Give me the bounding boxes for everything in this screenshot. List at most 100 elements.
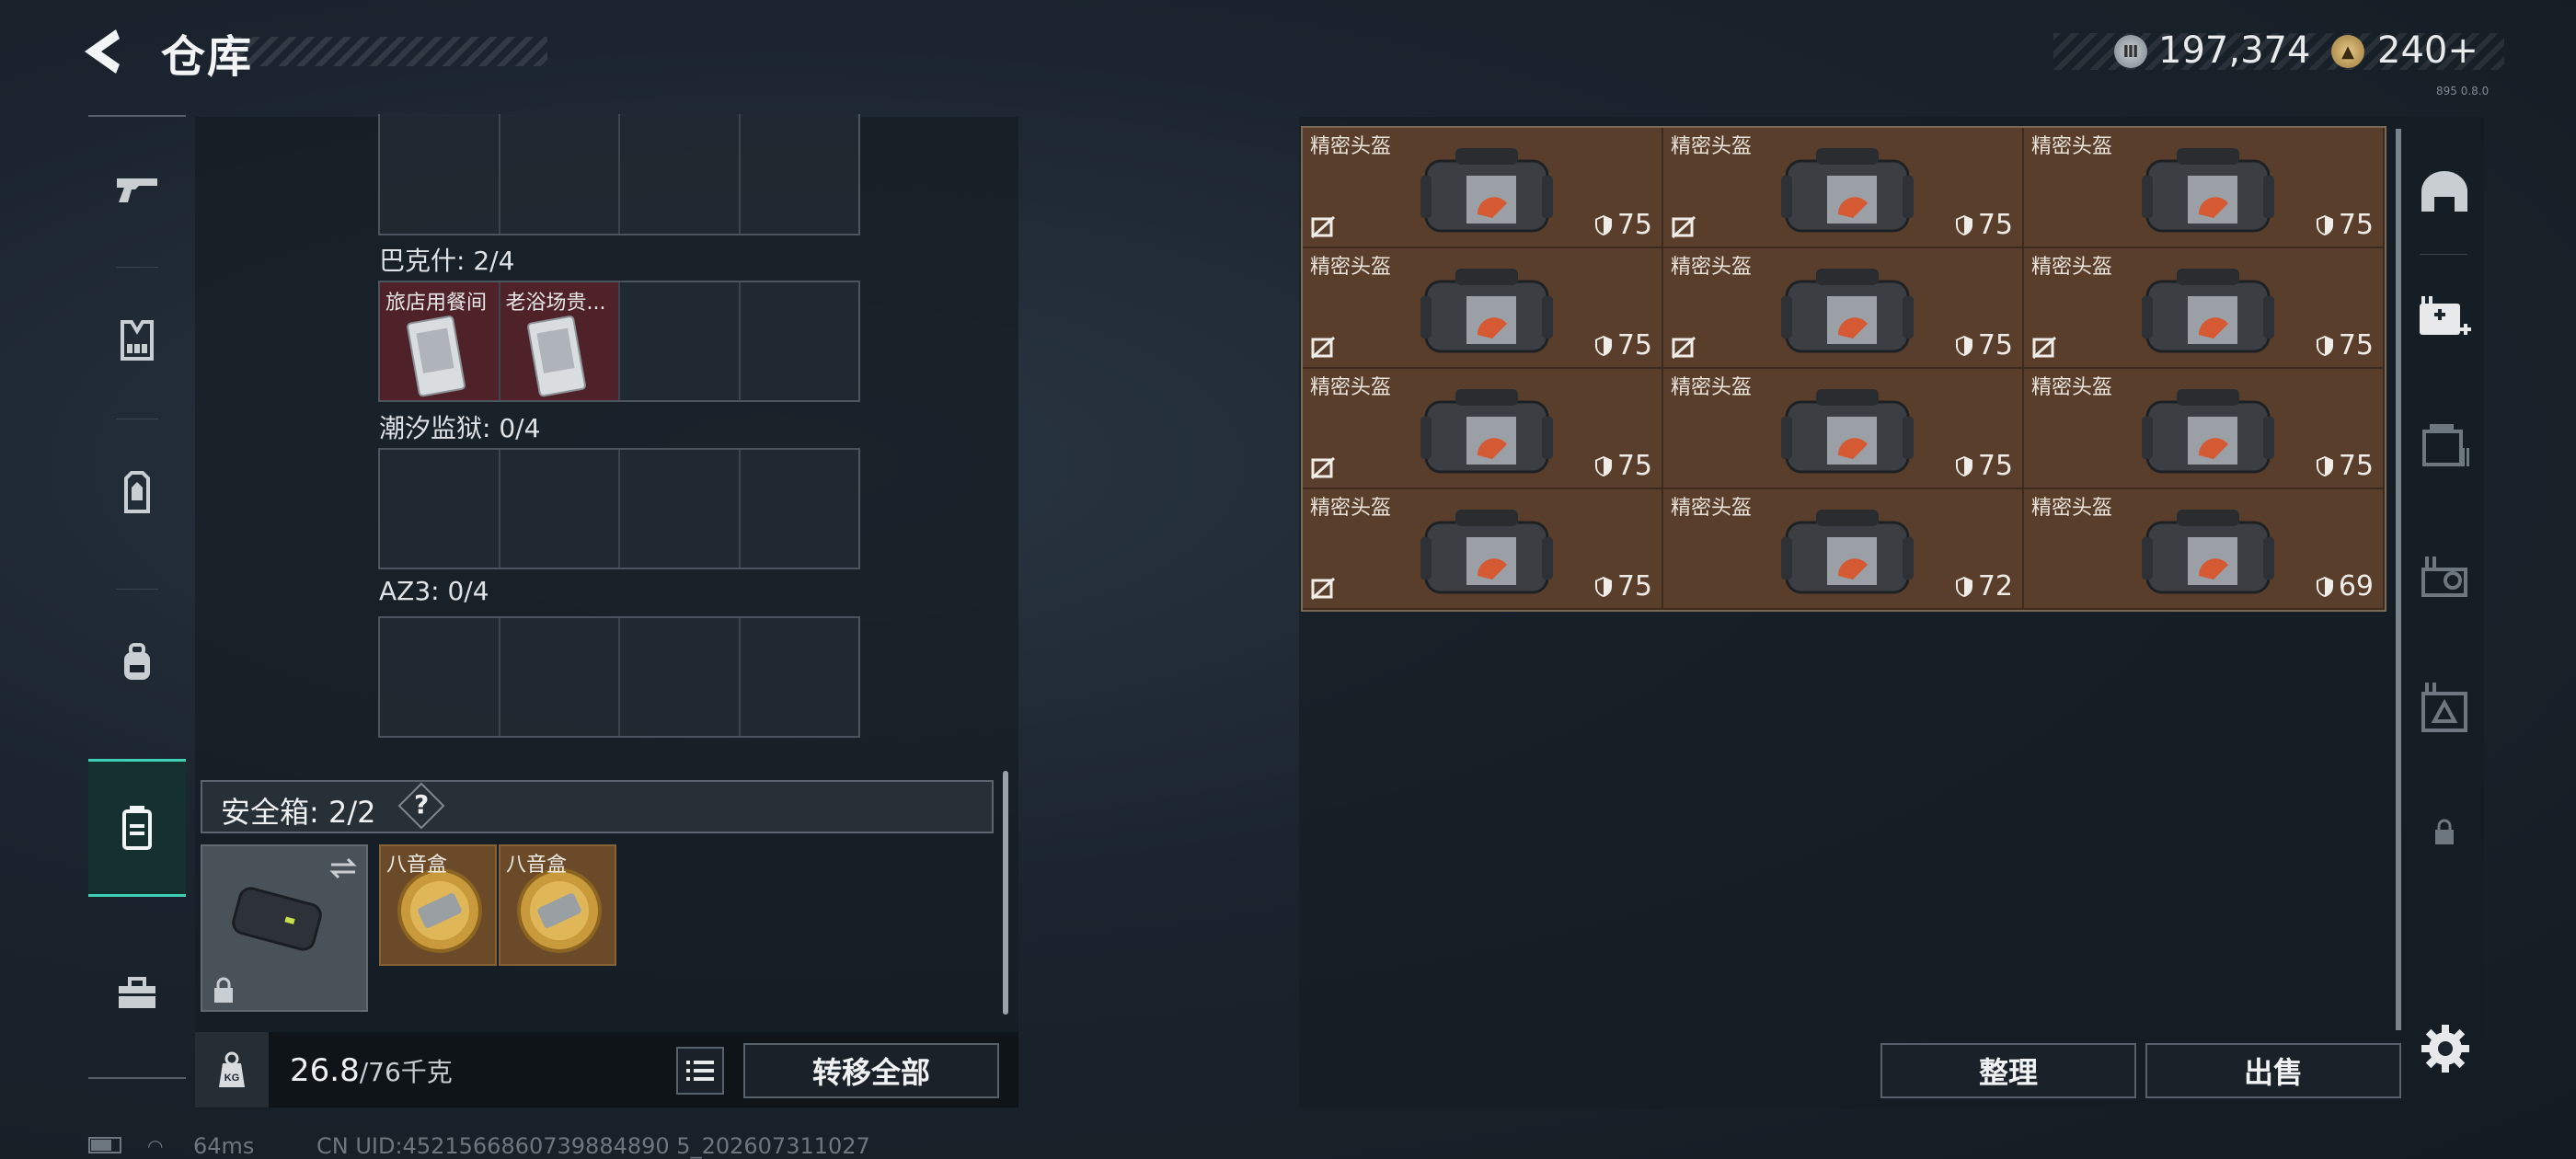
item-durability: 69 bbox=[2315, 570, 2374, 602]
ping-label: 64ms bbox=[193, 1133, 255, 1159]
item-name: 精密头盔 bbox=[1310, 376, 1392, 399]
warehouse-item[interactable]: 精密头盔 75 bbox=[2024, 128, 2385, 248]
keycard-slot[interactable]: 旅店用餐间 bbox=[380, 282, 500, 400]
container-slot[interactable] bbox=[500, 114, 620, 234]
warehouse-item[interactable]: 精密头盔 75 bbox=[1303, 128, 1663, 248]
dome-icon bbox=[2421, 171, 2467, 212]
category-safebox[interactable] bbox=[88, 759, 186, 897]
helmet-bag-icon bbox=[1420, 269, 1553, 353]
back-button[interactable] bbox=[81, 24, 136, 79]
tool-locker[interactable] bbox=[2412, 414, 2477, 478]
item-durability: 75 bbox=[1593, 329, 1652, 361]
settings-button[interactable] bbox=[2418, 1021, 2473, 1076]
gear-icon bbox=[2421, 1025, 2469, 1073]
shield-icon bbox=[1955, 214, 1972, 235]
tool-dome[interactable] bbox=[2412, 160, 2477, 224]
container-grid-top bbox=[378, 114, 860, 235]
safe-case-item[interactable] bbox=[201, 844, 368, 1012]
music-box-label: 八音盒 bbox=[386, 854, 448, 877]
item-name: 精密头盔 bbox=[1310, 497, 1392, 520]
container-grid-bakesh: 旅店用餐间 老浴场贵... bbox=[378, 281, 860, 402]
container-slot[interactable] bbox=[620, 618, 741, 736]
warehouse-item[interactable]: 精密头盔 72 bbox=[1663, 489, 2024, 610]
warehouse-item[interactable]: 精密头盔 75 bbox=[1303, 489, 1663, 610]
container-slot[interactable] bbox=[620, 114, 741, 234]
silver-coin-icon: Ⅲ bbox=[2114, 35, 2147, 68]
container-slot[interactable] bbox=[741, 450, 859, 568]
warehouse-item[interactable]: 精密头盔 75 bbox=[2024, 248, 2385, 369]
wifi-icon: ◠ bbox=[147, 1135, 164, 1157]
tool-locked bbox=[2412, 800, 2477, 865]
item-name: 精密头盔 bbox=[1671, 256, 1753, 279]
durability-value: 75 bbox=[1616, 570, 1652, 602]
list-view-button[interactable] bbox=[676, 1047, 724, 1095]
category-weapons[interactable] bbox=[88, 120, 186, 258]
backpack-armor-icon bbox=[124, 471, 150, 513]
warehouse-scrollbar[interactable] bbox=[2396, 129, 2401, 1030]
currency-gold-value[interactable]: 240+ bbox=[2377, 29, 2478, 72]
pistol-icon bbox=[117, 178, 157, 202]
shield-icon bbox=[1955, 576, 1972, 597]
container-slot[interactable] bbox=[741, 282, 859, 400]
item-name: 精密头盔 bbox=[1310, 256, 1392, 279]
warehouse-item[interactable]: 精密头盔 75 bbox=[1303, 248, 1663, 369]
sort-button[interactable]: 整理 bbox=[1880, 1043, 2136, 1098]
durability-value: 75 bbox=[1616, 329, 1652, 361]
container-slot[interactable] bbox=[741, 114, 859, 234]
warehouse-item[interactable]: 精密头盔 75 bbox=[1663, 128, 2024, 248]
container-slot[interactable] bbox=[380, 450, 500, 568]
item-name: 精密头盔 bbox=[2031, 135, 2113, 158]
container-slot[interactable] bbox=[500, 450, 620, 568]
workbench-icon bbox=[2421, 557, 2467, 597]
warehouse-item[interactable]: 精密头盔 75 bbox=[1663, 369, 2024, 489]
category-chest-rig[interactable] bbox=[88, 423, 186, 561]
helmet-bag-icon bbox=[1420, 510, 1553, 594]
music-box-item[interactable]: 八音盒 bbox=[379, 844, 497, 966]
tool-medkit[interactable] bbox=[2412, 285, 2477, 350]
item-name: 精密头盔 bbox=[1671, 135, 1753, 158]
category-toolbox[interactable] bbox=[88, 924, 186, 1062]
category-sidebar bbox=[88, 115, 186, 1079]
safebox-title: 安全箱: 2/2 bbox=[221, 795, 376, 830]
transfer-all-button[interactable]: 转移全部 bbox=[743, 1043, 999, 1098]
weight-icon-box: KG bbox=[195, 1032, 269, 1107]
tool-workbench[interactable] bbox=[2412, 545, 2477, 609]
item-durability: 75 bbox=[1593, 570, 1652, 602]
shield-icon bbox=[1594, 214, 1612, 235]
warehouse-item[interactable]: 精密头盔 75 bbox=[1303, 369, 1663, 489]
warehouse-grid: 精密头盔 75 精密头盔 75 精密头盔 75 精密头盔 75 精密头盔 75 精密头盔 75 精密头盔… bbox=[1301, 126, 2386, 612]
container-slot[interactable] bbox=[741, 618, 859, 736]
warehouse-item[interactable]: 精密头盔 75 bbox=[1663, 248, 2024, 369]
item-durability: 75 bbox=[1954, 329, 2013, 361]
item-name: 精密头盔 bbox=[2031, 256, 2113, 279]
no-trade-icon bbox=[2031, 336, 2057, 360]
no-trade-icon bbox=[1310, 336, 1336, 360]
category-armor[interactable] bbox=[88, 271, 186, 409]
shield-icon bbox=[1594, 335, 1612, 356]
warehouse-item[interactable]: 精密头盔 75 bbox=[2024, 369, 2385, 489]
music-box-label: 八音盒 bbox=[506, 854, 568, 877]
music-box-item[interactable]: 八音盒 bbox=[499, 844, 616, 966]
durability-value: 75 bbox=[1616, 209, 1652, 241]
container-slot[interactable] bbox=[620, 282, 741, 400]
shield-icon bbox=[1594, 576, 1612, 597]
container-slot[interactable] bbox=[620, 450, 741, 568]
swap-icon[interactable] bbox=[328, 855, 359, 881]
keycard-icon bbox=[407, 316, 466, 397]
container-slot[interactable] bbox=[380, 114, 500, 234]
container-slot[interactable] bbox=[500, 618, 620, 736]
inventory-scrollbar[interactable] bbox=[1003, 771, 1008, 1015]
tool-blueprint[interactable] bbox=[2412, 675, 2477, 740]
category-backpack[interactable] bbox=[88, 593, 186, 731]
no-trade-icon bbox=[1671, 336, 1696, 360]
durability-value: 75 bbox=[2338, 329, 2374, 361]
lock-icon bbox=[2435, 819, 2454, 844]
keycard-slot[interactable]: 老浴场贵... bbox=[500, 282, 620, 400]
toolbox-icon bbox=[119, 977, 155, 1008]
help-question-mark: ? bbox=[414, 789, 430, 820]
container-slot[interactable] bbox=[380, 618, 500, 736]
sell-button[interactable]: 出售 bbox=[2145, 1043, 2401, 1098]
warehouse-item[interactable]: 精密头盔 69 bbox=[2024, 489, 2385, 610]
helmet-bag-icon bbox=[2142, 510, 2274, 594]
item-name: 精密头盔 bbox=[2031, 497, 2113, 520]
